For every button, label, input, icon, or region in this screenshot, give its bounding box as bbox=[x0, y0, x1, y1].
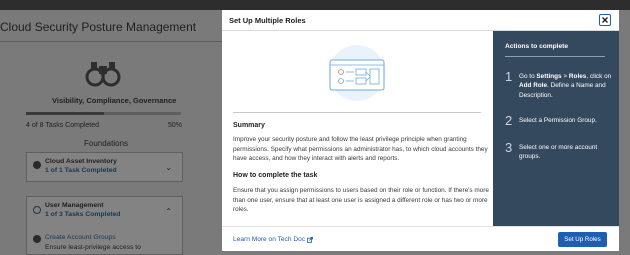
task-card-title: Cloud Asset Inventory bbox=[45, 158, 117, 165]
modal-footer: Learn More on Tech Doc Set Up Roles bbox=[222, 226, 619, 251]
modal-header: Set Up Multiple Roles bbox=[222, 10, 619, 31]
chevron-up-icon[interactable]: ⌃ bbox=[165, 207, 172, 216]
action-step-number: 3 bbox=[505, 140, 513, 155]
section-caption: Visibility, Compliance, Governance bbox=[52, 96, 177, 105]
close-icon bbox=[602, 17, 608, 23]
action-step-emphasis: Add Role bbox=[519, 82, 548, 90]
summary-text: Improve your security posture and follow… bbox=[233, 136, 488, 163]
task-card-cloud-asset-inventory[interactable]: Cloud Asset Inventory 1 of 1 Task Comple… bbox=[26, 152, 183, 182]
chevron-down-icon[interactable]: ⌄ bbox=[165, 163, 172, 172]
action-step-fragment: Go to bbox=[519, 73, 537, 80]
close-button[interactable] bbox=[599, 14, 611, 26]
group-heading: Foundations bbox=[84, 139, 129, 148]
how-text: Ensure that you assign permissions to us… bbox=[233, 187, 489, 214]
task-card-subtitle: 1 of 1 Task Completed bbox=[45, 167, 117, 174]
how-heading: How to complete the task bbox=[233, 172, 318, 179]
learn-more-link[interactable]: Learn More on Tech Doc bbox=[233, 236, 314, 243]
tasks-progress-fill bbox=[26, 112, 104, 115]
action-step-emphasis: Settings bbox=[536, 73, 562, 80]
learn-more-label: Learn More on Tech Doc bbox=[233, 236, 306, 243]
action-step-fragment: Select one or more account groups. bbox=[519, 144, 598, 161]
task-card-user-management[interactable]: User Management 1 of 3 Tasks Completed ⌃… bbox=[26, 196, 183, 255]
tasks-completed: 4 of 8 Tasks Completed bbox=[26, 122, 100, 129]
modal-title: Set Up Multiple Roles bbox=[229, 16, 306, 25]
action-step-number: 2 bbox=[505, 113, 513, 128]
action-step-text: Select one or more account groups. bbox=[519, 143, 615, 162]
set-up-roles-modal: Set Up Multiple Roles Summary Improve yo… bbox=[222, 10, 619, 251]
binoculars-icon bbox=[85, 62, 121, 87]
action-step-emphasis: Roles bbox=[568, 73, 587, 80]
title-divider bbox=[0, 41, 222, 42]
summary-heading: Summary bbox=[233, 122, 265, 129]
check-circle-icon bbox=[33, 161, 41, 169]
subtask-link[interactable]: Create Account Groups bbox=[45, 234, 116, 241]
action-step-text: Select a Permission Group. bbox=[519, 116, 615, 125]
page-title: Cloud Security Posture Management bbox=[0, 20, 197, 34]
task-card-subtitle: 1 of 3 Tasks Completed bbox=[45, 211, 121, 218]
subtask-description: Ensure least-privilege access to bbox=[45, 244, 141, 251]
action-step-text: Go to Settings > Roles, click on Add Rol… bbox=[519, 72, 615, 100]
action-step-fragment: > bbox=[561, 73, 569, 80]
progress-circle-icon bbox=[33, 206, 41, 214]
top-bar bbox=[0, 0, 630, 10]
action-step-fragment: Select a Permission Group. bbox=[519, 117, 597, 124]
actions-divider bbox=[505, 56, 605, 57]
content-divider bbox=[233, 112, 481, 113]
set-up-roles-button[interactable]: Set Up Roles bbox=[558, 232, 607, 247]
external-link-icon bbox=[307, 236, 314, 243]
actions-title: Actions to complete bbox=[505, 43, 569, 50]
check-circle-icon bbox=[33, 235, 41, 243]
tasks-percent: 50% bbox=[168, 122, 183, 129]
task-card-title: User Management bbox=[45, 202, 104, 209]
action-step-number: 1 bbox=[505, 69, 513, 84]
actions-panel: Actions to complete 1 Go to Settings > Ro… bbox=[493, 31, 619, 226]
tasks-progress-bar bbox=[26, 112, 181, 115]
action-step-fragment: , click on bbox=[586, 73, 612, 80]
roles-illustration-icon bbox=[329, 45, 385, 101]
